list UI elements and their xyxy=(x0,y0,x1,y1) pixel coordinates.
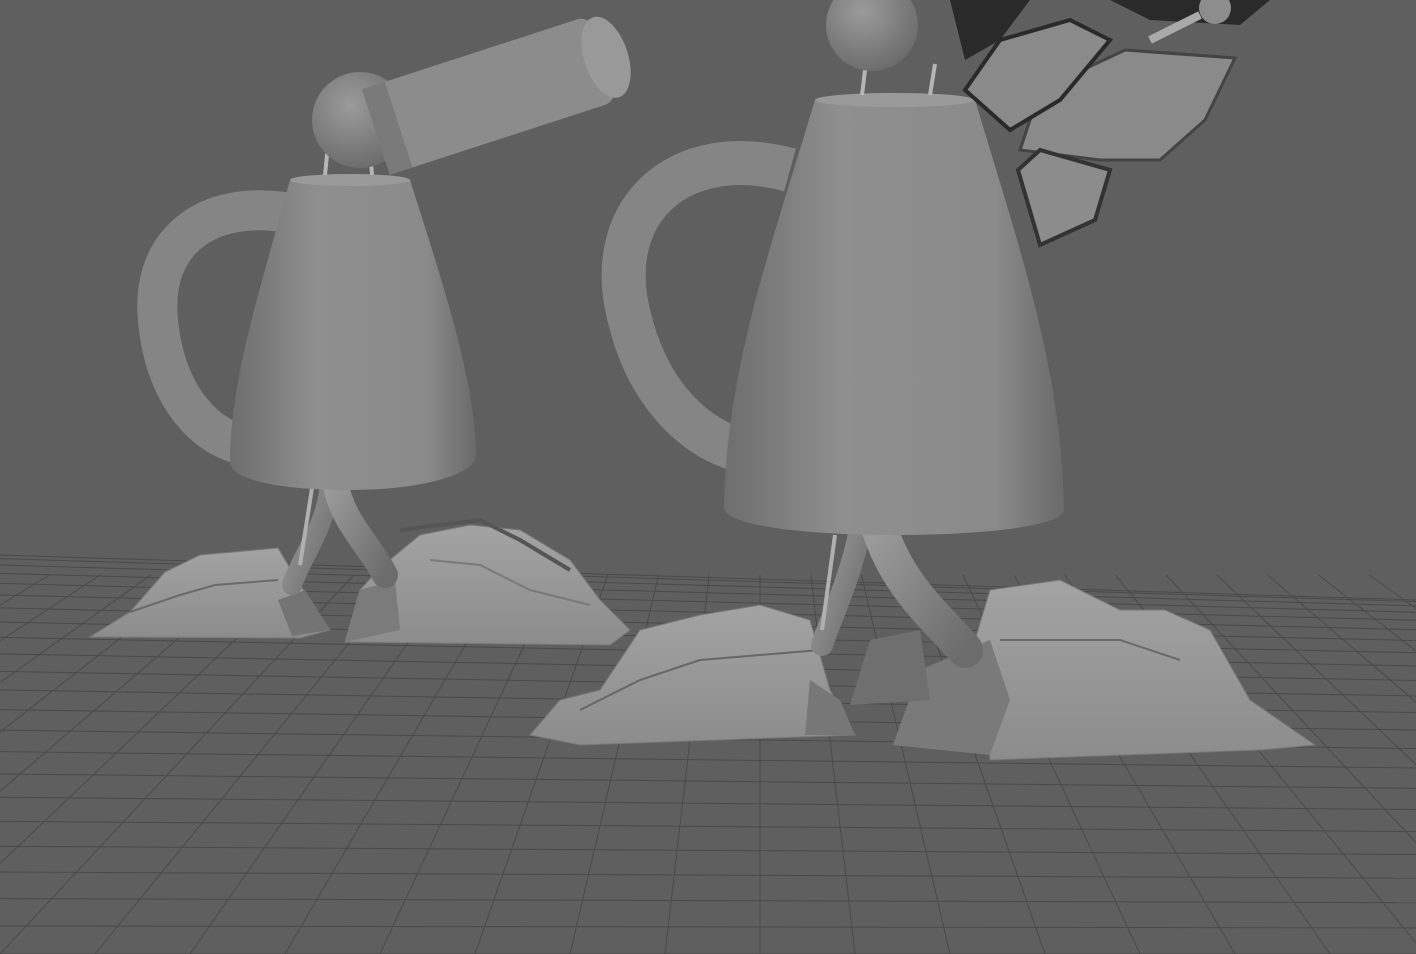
grid-line xyxy=(0,574,101,642)
grid-line xyxy=(0,796,1416,811)
grid-line xyxy=(0,845,1416,855)
leg xyxy=(322,467,398,588)
foot-block xyxy=(850,630,930,705)
grid-line xyxy=(1368,574,1416,610)
grid-line xyxy=(1216,574,1416,766)
grid-line xyxy=(0,751,1416,769)
3d-viewport[interactable] xyxy=(0,0,1416,954)
grid-line xyxy=(0,574,50,606)
grid-line xyxy=(0,820,1416,833)
rock-right-b xyxy=(974,579,1317,761)
robot-left[interactable] xyxy=(88,8,641,646)
grid-line xyxy=(1318,574,1416,652)
grid-line xyxy=(0,773,1416,789)
neck-ball xyxy=(826,0,918,71)
rod xyxy=(928,63,937,96)
body-top xyxy=(815,93,975,107)
scene-render[interactable] xyxy=(0,0,1416,954)
grid-line xyxy=(0,871,1416,879)
claw-block xyxy=(1015,147,1113,248)
leg xyxy=(862,512,983,668)
grid-line xyxy=(0,925,1416,929)
robot-right[interactable] xyxy=(529,0,1317,761)
body-top xyxy=(290,174,410,186)
